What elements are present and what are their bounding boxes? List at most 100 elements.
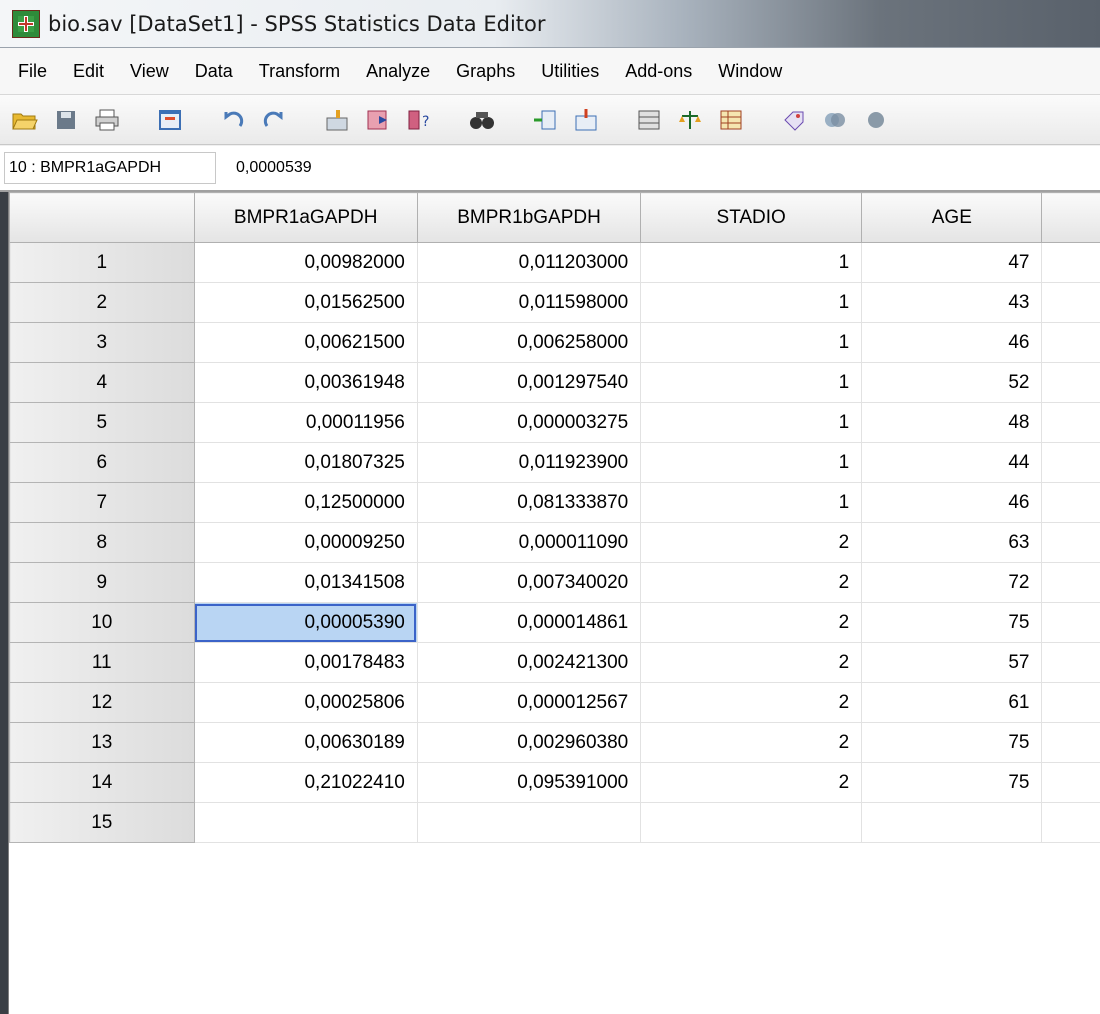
menu-edit[interactable]: Edit [60,61,117,82]
data-cell[interactable]: 1 [640,362,863,403]
data-cell[interactable] [1041,722,1100,763]
data-cell[interactable]: 0,00621500 [193,322,418,363]
data-cell[interactable]: 0,007340020 [416,562,642,603]
insert-cases-icon[interactable] [530,105,560,135]
data-cell[interactable] [1041,242,1100,283]
menu-data[interactable]: Data [182,61,246,82]
data-cell[interactable]: 2 [640,642,863,683]
data-cell[interactable]: 2 [640,682,863,723]
open-icon[interactable] [10,105,40,135]
value-labels-icon[interactable] [779,105,809,135]
data-cell[interactable]: 44 [861,442,1043,483]
row-number[interactable]: 14 [9,762,195,803]
data-cell[interactable]: 46 [861,482,1043,523]
data-cell[interactable]: 1 [640,282,863,323]
data-cell[interactable] [1041,802,1100,843]
data-cell[interactable]: 0,011598000 [416,282,642,323]
data-cell[interactable]: 1 [640,402,863,443]
column-header[interactable]: BMPR1aGAPDH [193,192,418,243]
data-cell[interactable]: 0,01807325 [193,442,418,483]
print-icon[interactable] [92,105,122,135]
data-cell[interactable]: 0,00025806 [193,682,418,723]
data-cell[interactable] [1041,562,1100,603]
grid-corner[interactable] [9,192,195,243]
row-number[interactable]: 10 [9,602,195,643]
data-cell[interactable]: 0,01341508 [193,562,418,603]
data-cell[interactable]: 0,21022410 [193,762,418,803]
menu-utilities[interactable]: Utilities [528,61,612,82]
cell-name-box[interactable]: 10 : BMPR1aGAPDH [4,152,216,184]
goto-case-icon[interactable] [322,105,352,135]
goto-variable-icon[interactable] [363,105,393,135]
row-number[interactable]: 8 [9,522,195,563]
row-number[interactable]: 1 [9,242,195,283]
data-cell[interactable] [1041,522,1100,563]
data-cell[interactable]: 0,000012567 [416,682,642,723]
menu-file[interactable]: File [0,61,60,82]
dialog-recall-icon[interactable] [155,105,185,135]
row-number[interactable]: 6 [9,442,195,483]
menu-add-ons[interactable]: Add-ons [612,61,705,82]
data-cell[interactable]: 0,00011956 [193,402,418,443]
row-number[interactable]: 11 [9,642,195,683]
data-cell[interactable] [1041,322,1100,363]
data-cell[interactable]: 75 [861,602,1043,643]
data-cell[interactable]: 0,000003275 [416,402,642,443]
data-cell[interactable] [193,802,418,843]
data-cell[interactable]: 0,00982000 [193,242,418,283]
data-cell[interactable] [1041,602,1100,643]
use-sets-icon[interactable] [820,105,850,135]
data-cell[interactable]: 0,095391000 [416,762,642,803]
column-header[interactable]: BMPR1bGAPDH [416,192,642,243]
data-cell[interactable]: 47 [861,242,1043,283]
data-cell[interactable]: 1 [640,442,863,483]
save-icon[interactable] [51,105,81,135]
data-cell[interactable] [1041,442,1100,483]
data-cell[interactable] [1041,402,1100,443]
data-cell[interactable] [861,802,1043,843]
data-cell[interactable]: 75 [861,762,1043,803]
data-cell[interactable] [1041,282,1100,323]
data-cell[interactable]: 2 [640,722,863,763]
redo-icon[interactable] [259,105,289,135]
menu-analyze[interactable]: Analyze [353,61,443,82]
row-number[interactable]: 4 [9,362,195,403]
data-cell[interactable]: 2 [640,522,863,563]
data-cell[interactable]: 72 [861,562,1043,603]
data-cell[interactable]: 63 [861,522,1043,563]
data-cell[interactable]: 0,01562500 [193,282,418,323]
select-cases-icon[interactable] [716,105,746,135]
data-cell[interactable]: 1 [640,242,863,283]
data-cell[interactable] [1041,682,1100,723]
data-cell[interactable]: 0,00361948 [193,362,418,403]
undo-icon[interactable] [218,105,248,135]
menu-view[interactable]: View [117,61,182,82]
data-cell[interactable] [1041,362,1100,403]
data-cell[interactable]: 0,002960380 [416,722,642,763]
data-cell[interactable]: 1 [640,322,863,363]
row-number[interactable]: 7 [9,482,195,523]
row-number[interactable]: 5 [9,402,195,443]
data-cell[interactable]: 2 [640,762,863,803]
row-number[interactable]: 12 [9,682,195,723]
row-number[interactable]: 13 [9,722,195,763]
data-cell[interactable]: 0,011923900 [416,442,642,483]
column-header[interactable] [1041,192,1100,243]
data-cell[interactable]: 0,12500000 [193,482,418,523]
data-cell[interactable]: 0,000014861 [416,602,642,643]
cell-value-editor[interactable]: 0,0000539 [236,152,312,184]
data-cell[interactable] [1041,642,1100,683]
data-cell[interactable] [1041,762,1100,803]
find-icon[interactable] [467,105,497,135]
data-cell[interactable]: 0,011203000 [416,242,642,283]
row-number[interactable]: 9 [9,562,195,603]
split-file-icon[interactable] [634,105,664,135]
menu-transform[interactable]: Transform [246,61,353,82]
data-cell[interactable]: 75 [861,722,1043,763]
data-cell[interactable]: 0,00009250 [193,522,418,563]
data-cell[interactable]: 0,00178483 [193,642,418,683]
data-cell[interactable]: 46 [861,322,1043,363]
data-cell[interactable]: 48 [861,402,1043,443]
data-cell[interactable]: 0,006258000 [416,322,642,363]
data-cell[interactable]: 61 [861,682,1043,723]
